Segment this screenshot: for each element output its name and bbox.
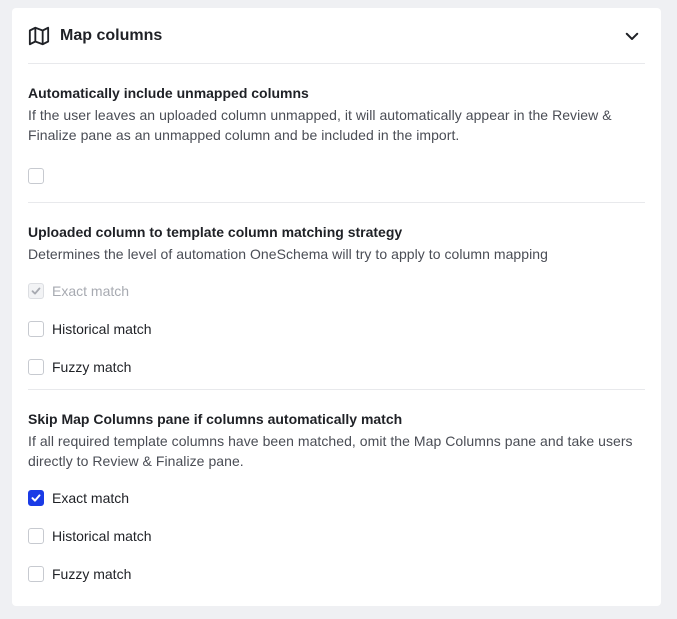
map-columns-card: Map columns Automatically include unmapp… [12,8,661,606]
skip-exact-match-option[interactable]: Exact match [28,479,645,517]
strategy-exact-match-option: Exact match [28,272,645,310]
section-title: Uploaded column to template column match… [28,224,403,240]
include-unmapped-checkbox[interactable] [28,168,44,184]
chevron-down-icon[interactable] [623,27,641,45]
skip-fuzzy-match-option[interactable]: Fuzzy match [28,555,645,593]
map-icon [28,25,50,47]
section-description: If all required template columns have be… [28,433,633,469]
include-unmapped-option[interactable] [28,157,645,195]
skip-fuzzy-match-checkbox[interactable] [28,566,44,582]
card-title: Map columns [60,26,163,44]
strategy-exact-match-checkbox [28,283,44,299]
strategy-fuzzy-match-option[interactable]: Fuzzy match [28,348,645,386]
section-title: Automatically include unmapped columns [28,85,309,101]
section-title: Skip Map Columns pane if columns automat… [28,411,403,427]
section-matching-strategy: Uploaded column to template column match… [28,203,645,390]
strategy-historical-match-checkbox[interactable] [28,321,44,337]
skip-historical-match-checkbox[interactable] [28,528,44,544]
option-label: Historical match [52,321,152,337]
options-list: Exact match Historical match Fuzzy match [28,264,645,389]
section-include-unmapped: Automatically include unmapped columns I… [28,64,645,203]
options-list: Exact match Historical match Fuzzy match [28,471,645,596]
option-label: Fuzzy match [52,566,132,582]
options-list [28,145,645,199]
strategy-fuzzy-match-checkbox[interactable] [28,359,44,375]
skip-historical-match-option[interactable]: Historical match [28,517,645,555]
option-label: Exact match [52,283,130,299]
section-description: Determines the level of automation OneSc… [28,246,548,262]
option-label: Fuzzy match [52,359,132,375]
section-description: If the user leaves an uploaded column un… [28,107,612,143]
option-label: Exact match [52,490,130,506]
section-skip-map-columns: Skip Map Columns pane if columns automat… [28,390,645,596]
card-header[interactable]: Map columns [28,8,645,64]
option-label: Historical match [52,528,152,544]
strategy-historical-match-option[interactable]: Historical match [28,310,645,348]
skip-exact-match-checkbox[interactable] [28,490,44,506]
